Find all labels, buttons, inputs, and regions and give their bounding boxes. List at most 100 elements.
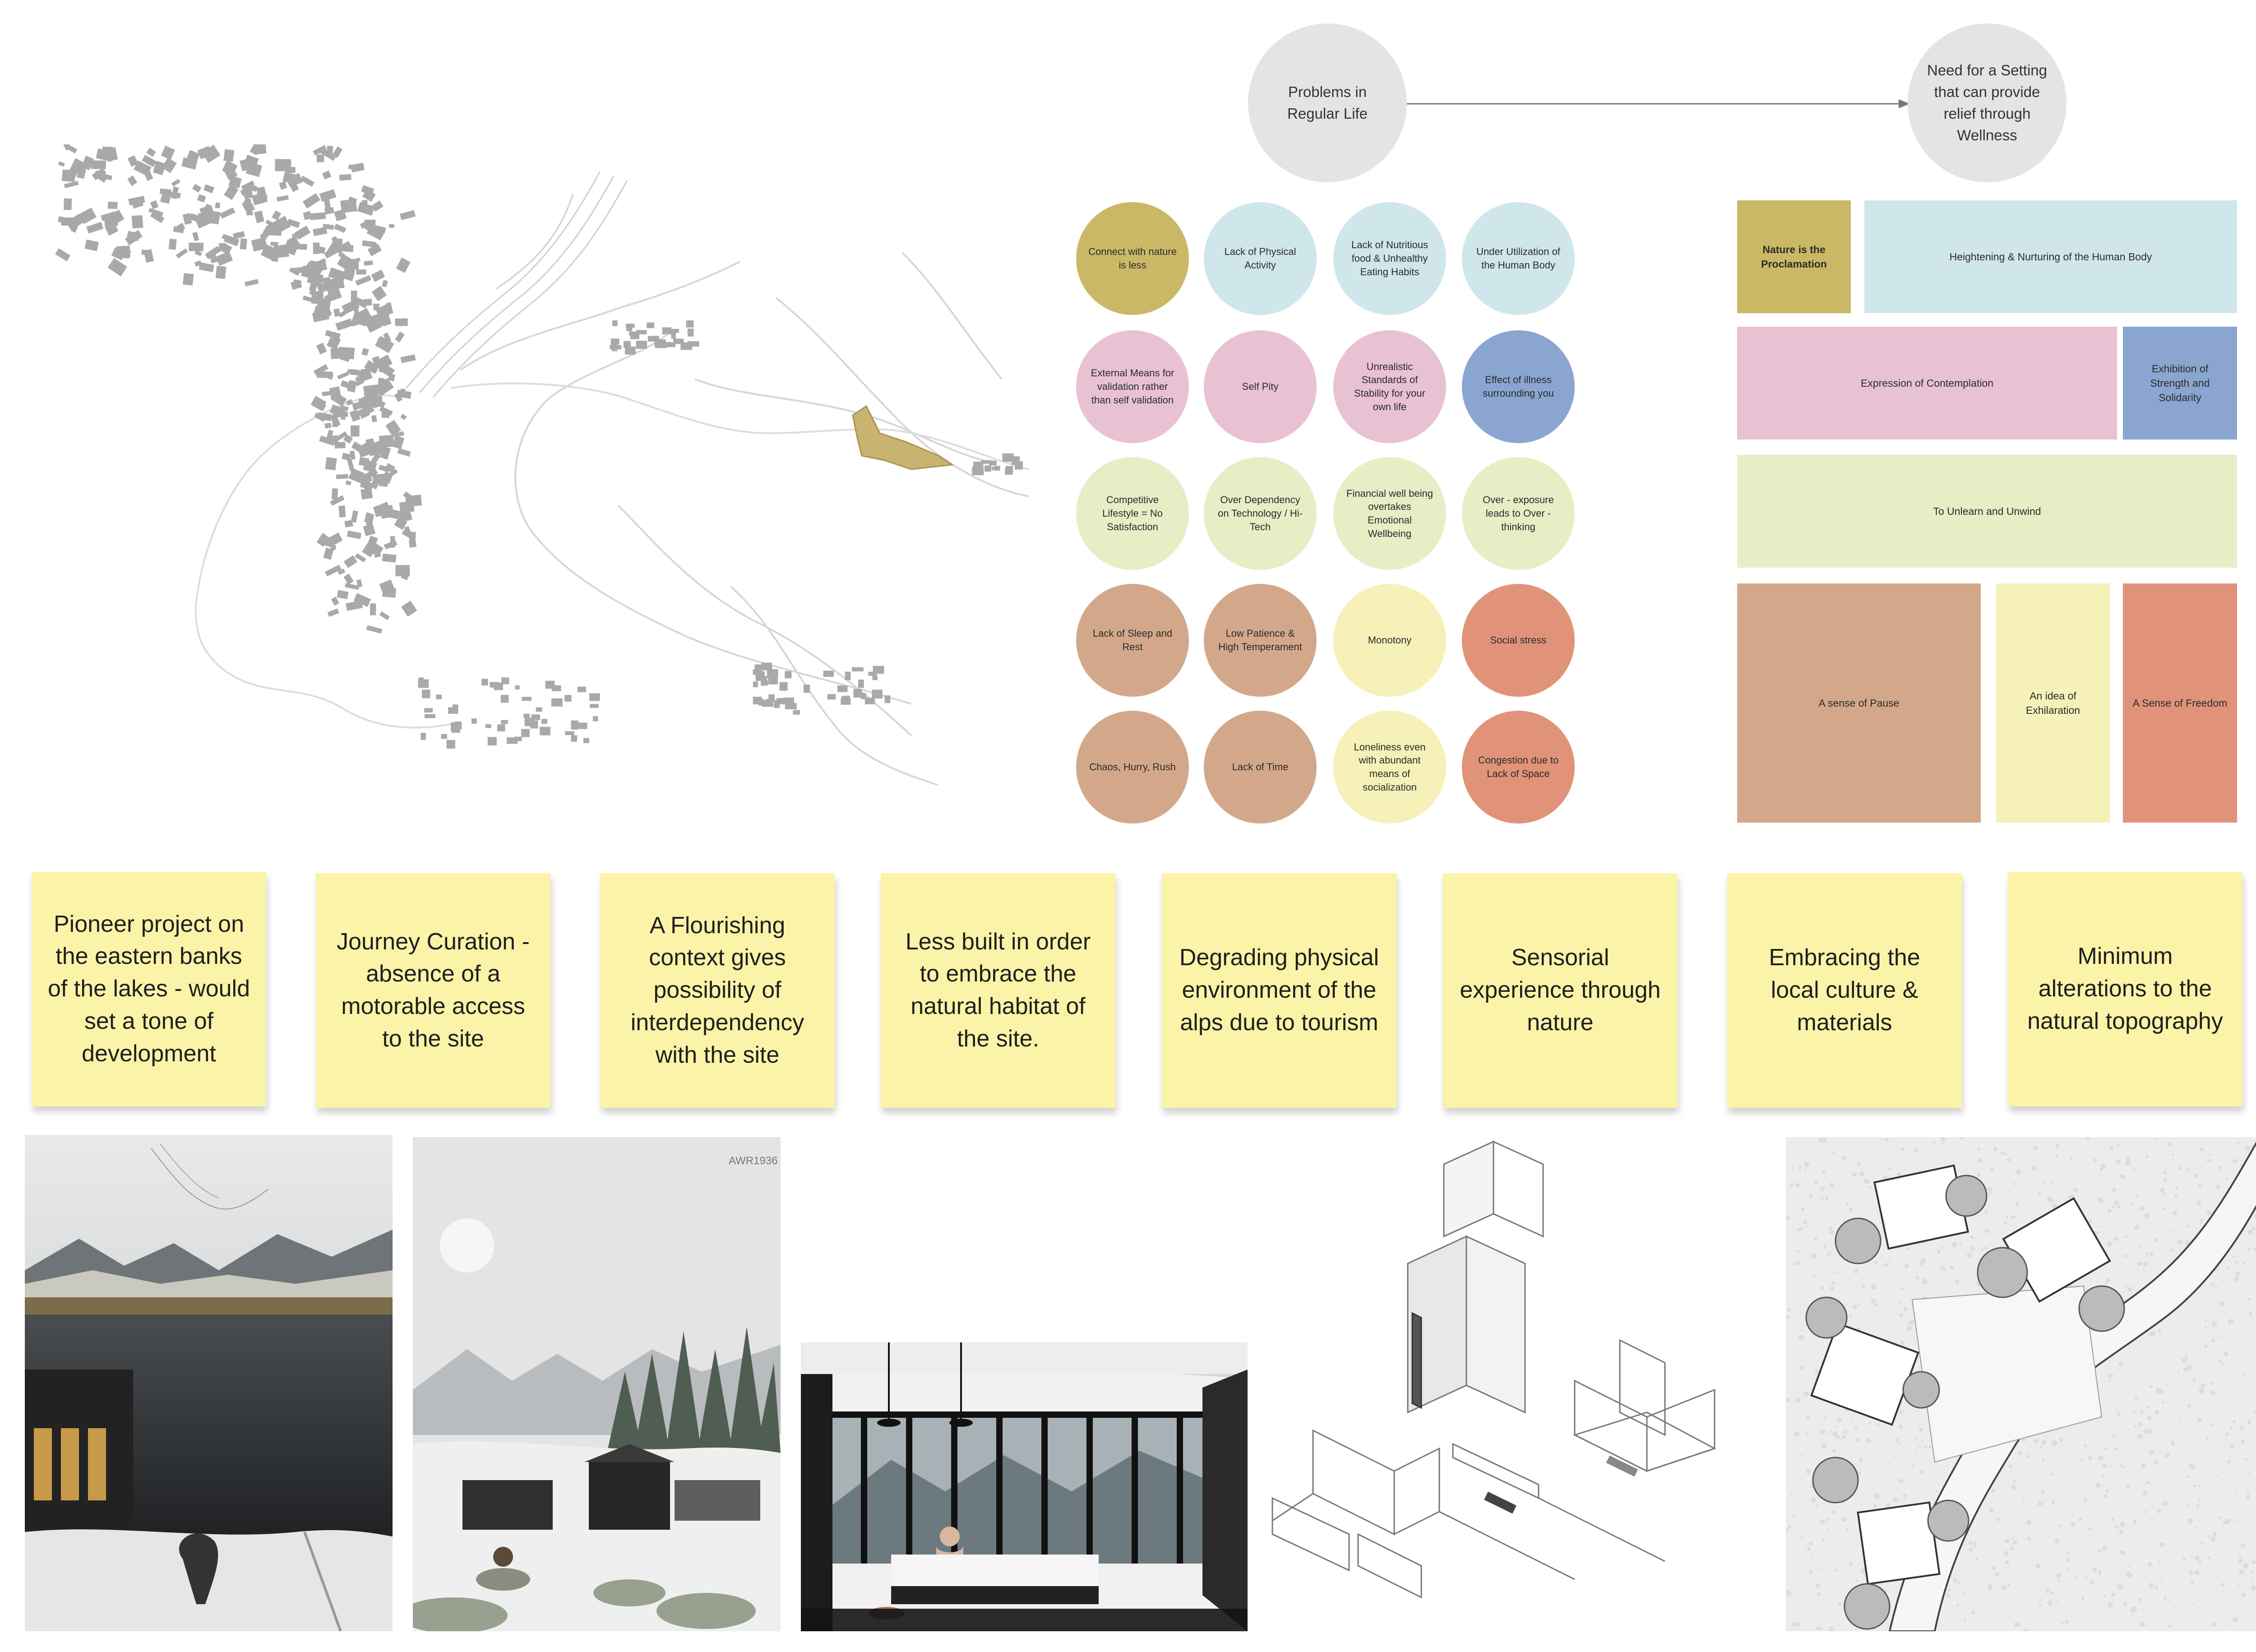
- building-footprint: [395, 318, 408, 326]
- need-block-nature: Nature is the Proclamation: [1737, 200, 1851, 313]
- ground-texture-dot: [1908, 1321, 1913, 1325]
- ground-texture-dot: [1914, 1438, 1918, 1440]
- ground-texture-dot: [2218, 1166, 2222, 1170]
- problem-circle: Over - exposure leads to Over - thinking: [1462, 457, 1575, 570]
- ground-texture-dot: [1837, 1602, 1842, 1606]
- ground-texture-dot: [2229, 1425, 2233, 1430]
- building-footprint: [343, 574, 354, 585]
- ground-texture-dot: [2150, 1331, 2156, 1337]
- ground-texture-dot: [2058, 1524, 2061, 1527]
- ground-texture-dot: [2105, 1489, 2108, 1493]
- sticky-note: Less built in order to embrace the natur…: [881, 873, 1115, 1108]
- sticky-note: Journey Curation - absence of a motorabl…: [316, 873, 550, 1108]
- ground-texture-dot: [2112, 1187, 2117, 1192]
- building-footprint: [884, 695, 891, 703]
- ground-texture-dot: [1835, 1425, 1837, 1427]
- ground-texture-dot: [2163, 1171, 2167, 1175]
- building-footprint: [515, 685, 520, 689]
- building-footprint: [107, 258, 127, 277]
- ground-texture-dot: [2108, 1602, 2113, 1608]
- ground-texture-dot: [2104, 1447, 2108, 1451]
- ground-texture-dot: [2013, 1486, 2017, 1490]
- ground-texture-dot: [2149, 1450, 2154, 1455]
- problem-circle: Lack of Physical Activity: [1204, 202, 1317, 315]
- ground-texture-dot: [1919, 1262, 1923, 1266]
- ground-texture-dot: [1820, 1519, 1826, 1525]
- ground-texture-dot: [2020, 1588, 2022, 1591]
- ground-texture-dot: [1912, 1465, 1914, 1467]
- ground-texture-dot: [2163, 1500, 2168, 1506]
- problem-label: Financial well being overtakes Emotional…: [1346, 487, 1433, 539]
- ground-texture-dot: [1836, 1435, 1840, 1439]
- ground-texture-dot: [2202, 1542, 2205, 1545]
- ground-texture-dot: [1914, 1452, 1917, 1454]
- building-footprint: [636, 341, 647, 349]
- building-footprint: [284, 167, 296, 173]
- ground-texture-dot: [2150, 1385, 2153, 1388]
- ground-texture-dot: [2223, 1520, 2227, 1525]
- ground-texture-dot: [1902, 1493, 1907, 1498]
- ground-texture-dot: [1790, 1494, 1793, 1496]
- building-footprint: [858, 679, 864, 688]
- ground-texture-dot: [2191, 1555, 2193, 1557]
- ground-texture-dot: [2134, 1425, 2137, 1428]
- building-footprint: [400, 413, 407, 420]
- ground-texture-dot: [1874, 1493, 1880, 1499]
- ground-texture-dot: [2230, 1518, 2233, 1521]
- ground-texture-dot: [1975, 1558, 1978, 1561]
- problem-label: External Means for validation rather tha…: [1091, 367, 1174, 406]
- ground-texture-dot: [1863, 1214, 1865, 1217]
- ground-texture-dot: [2120, 1522, 2125, 1527]
- building-footprint: [589, 693, 600, 701]
- ground-texture-dot: [1836, 1417, 1842, 1423]
- ground-texture-dot: [2116, 1409, 2119, 1412]
- ground-texture-dot: [2059, 1438, 2063, 1442]
- ground-texture-dot: [1831, 1510, 1835, 1515]
- building-footprint: [593, 716, 598, 722]
- building-footprint: [343, 555, 357, 568]
- ground-texture-dot: [2004, 1152, 2007, 1156]
- ground-texture-dot: [1855, 1578, 1858, 1582]
- need-label: A Sense of Freedom: [2132, 697, 2228, 709]
- ground-texture-dot: [2244, 1458, 2247, 1461]
- ground-texture-dot: [2160, 1577, 2162, 1580]
- ground-texture-dot: [2039, 1445, 2042, 1448]
- ground-texture-dot: [2073, 1188, 2078, 1193]
- ground-texture-dot: [1828, 1226, 1832, 1230]
- ground-texture-dot: [2251, 1585, 2256, 1591]
- ground-texture-dot: [2056, 1573, 2062, 1578]
- ground-texture-dot: [2138, 1597, 2142, 1601]
- ground-texture-dot: [1895, 1438, 1899, 1442]
- ground-texture-dot: [2051, 1182, 2054, 1185]
- ground-texture-dot: [1801, 1328, 1803, 1331]
- ground-texture-dot: [1956, 1604, 1960, 1607]
- ground-texture-dot: [2123, 1601, 2127, 1606]
- building-footprint: [91, 160, 106, 169]
- building-footprint: [342, 453, 351, 461]
- ground-texture-dot: [1813, 1237, 1817, 1241]
- ground-texture-dot: [1858, 1304, 1860, 1306]
- ground-texture-dot: [2248, 1311, 2252, 1314]
- ground-texture-dot: [2071, 1522, 2075, 1527]
- ground-texture-dot: [1821, 1443, 1826, 1448]
- ground-texture-dot: [2157, 1329, 2162, 1333]
- ground-texture-dot: [1789, 1183, 1794, 1188]
- building-footprint: [753, 697, 762, 704]
- problem-label: Monotony: [1368, 634, 1412, 646]
- ground-texture-dot: [2093, 1570, 2097, 1573]
- ground-texture-dot: [2146, 1405, 2150, 1409]
- ground-texture-dot: [2172, 1153, 2175, 1156]
- ground-texture-dot: [1822, 1170, 1826, 1173]
- ground-texture-dot: [2219, 1301, 2225, 1307]
- ground-texture-dot: [1860, 1568, 1866, 1573]
- building-footprint: [141, 249, 151, 256]
- ground-texture-dot: [1852, 1172, 1857, 1177]
- problem-label: Effect of illness surrounding you: [1483, 374, 1554, 399]
- ground-texture-dot: [1794, 1431, 1799, 1437]
- ground-texture-dot: [2135, 1396, 2138, 1400]
- building-footprint: [382, 280, 388, 287]
- building-footprint: [324, 199, 331, 210]
- building-footprint: [762, 700, 774, 707]
- ground-texture-dot: [2125, 1285, 2128, 1288]
- axonometric-drawing: [1259, 1137, 1764, 1631]
